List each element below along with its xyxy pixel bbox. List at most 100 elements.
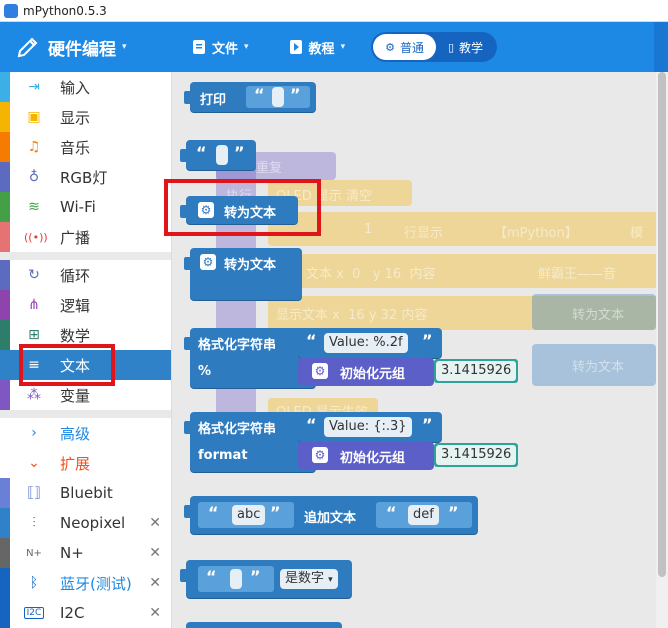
gear-icon[interactable]: ⚙ xyxy=(312,447,328,463)
category-label: Wi-Fi xyxy=(60,198,96,216)
file-icon xyxy=(193,40,205,54)
format-value-field[interactable]: Value: %.2f xyxy=(324,333,408,353)
window-title-bar: mPython0.5.3 xyxy=(0,0,668,22)
category-broadcast[interactable]: ((•)) 广播 xyxy=(0,222,171,252)
category-logic[interactable]: ⋔ 逻辑 xyxy=(0,290,171,320)
scrollbar-thumb[interactable] xyxy=(658,72,666,577)
app-header: 硬件编程 ▾ 文件 ▾ 教程 ▾ ⚙ 普通 ▯ 教学 xyxy=(0,22,668,72)
number-block-2[interactable]: 3.1415926 xyxy=(434,443,519,467)
format-value-field[interactable]: Value: {:.3} xyxy=(324,417,412,437)
brand-menu[interactable]: 硬件编程 ▾ xyxy=(0,35,172,60)
ghost-chn: 鲜霸王——音 xyxy=(538,267,617,282)
display-icon: ▣ xyxy=(27,109,41,125)
header-edge xyxy=(654,22,668,72)
chevron-down-icon: ▾ xyxy=(328,575,333,585)
format-sub-label: format xyxy=(198,448,248,463)
category-loop[interactable]: ↻ 循环 xyxy=(0,260,171,290)
chevron-down-icon: ⌄ xyxy=(28,455,40,471)
category-label: N+ xyxy=(60,544,84,562)
category-advanced[interactable]: › 高级 xyxy=(0,418,171,448)
format-sub-label: % xyxy=(198,364,212,379)
bluebit-icon: ⟦⟧ xyxy=(27,485,41,501)
empty-string-field[interactable] xyxy=(272,87,284,107)
sidebar-separator xyxy=(0,410,171,418)
category-bluebit[interactable]: ⟦⟧ Bluebit xyxy=(0,478,171,508)
empty-string-field[interactable] xyxy=(216,145,228,165)
mode-normal-label: 普通 xyxy=(399,40,424,55)
chevron-down-icon: ▾ xyxy=(340,42,346,52)
category-rgb[interactable]: ♁ RGB灯 xyxy=(0,162,171,192)
quote-close-icon: ” xyxy=(234,143,245,162)
empty-string-field[interactable] xyxy=(230,569,242,589)
ghost-row-show-label: 行显示 xyxy=(404,226,444,241)
category-label: 变量 xyxy=(60,386,91,405)
mode-toggle: ⚙ 普通 ▯ 教学 xyxy=(371,32,498,62)
category-neopixel[interactable]: ⫶ Neopixel ✕ xyxy=(0,508,171,538)
append-text-block[interactable]: “ abc ” 追加文本 “ def ” xyxy=(184,496,478,534)
number-block[interactable]: 3.1415926 xyxy=(434,359,519,383)
quote-open-icon: “ xyxy=(306,331,317,350)
category-wifi[interactable]: ≋ Wi-Fi xyxy=(0,192,171,222)
category-variable[interactable]: ⁂ 变量 xyxy=(0,380,171,410)
ghost-mode: 模 xyxy=(630,226,644,241)
partial-block[interactable] xyxy=(186,622,342,628)
string-block[interactable]: “ ” xyxy=(180,140,256,170)
variable-icon: ⁂ xyxy=(27,387,41,403)
init-tuple-label: 初始化元组 xyxy=(340,451,406,466)
category-text[interactable]: ≡ 文本 xyxy=(0,350,171,380)
init-tuple-block-2[interactable]: ⚙ 初始化元组 xyxy=(298,442,434,470)
print-block[interactable]: 打印 “ ” xyxy=(184,82,316,112)
ghost-mpython: 【mPython】 xyxy=(494,226,578,241)
number-field[interactable]: 3.1415926 xyxy=(436,361,517,381)
append-b-field[interactable]: def xyxy=(408,505,439,525)
print-label: 打印 xyxy=(200,93,227,108)
format-value-string-2[interactable]: “ Value: {:.3} ” xyxy=(298,412,442,442)
category-label: Bluebit xyxy=(60,484,113,502)
tutorial-menu[interactable]: 教程 ▾ xyxy=(289,38,346,57)
gear-icon[interactable]: ⚙ xyxy=(198,202,214,218)
format-label: 格式化字符串 xyxy=(198,422,277,437)
quote-open-icon: “ xyxy=(254,85,265,104)
close-icon[interactable]: ✕ xyxy=(149,575,161,591)
category-music[interactable]: ♫ 音乐 xyxy=(0,132,171,162)
category-label: 广播 xyxy=(60,228,91,247)
format-value-string[interactable]: “ Value: %.2f ” xyxy=(298,328,442,358)
is-number-block[interactable]: “ ” 是数字 ▾ xyxy=(180,560,352,598)
category-math[interactable]: ⊞ 数学 xyxy=(0,320,171,350)
category-i2c[interactable]: I2C I2C ✕ xyxy=(0,598,171,628)
mode-normal-button[interactable]: ⚙ 普通 xyxy=(373,34,436,60)
is-number-dropdown[interactable]: 是数字 ▾ xyxy=(280,569,338,589)
category-label: RGB灯 xyxy=(60,168,108,187)
append-a-field[interactable]: abc xyxy=(232,505,266,525)
gear-icon[interactable]: ⚙ xyxy=(200,254,216,270)
category-label: 蓝牙(测试) xyxy=(60,574,132,593)
tutorial-menu-label: 教程 xyxy=(308,41,335,57)
category-input[interactable]: ⇥ 输入 xyxy=(0,72,171,102)
mode-teach-button[interactable]: ▯ 教学 xyxy=(436,34,495,60)
category-bluetooth[interactable]: ᛒ 蓝牙(测试) ✕ xyxy=(0,568,171,598)
bulb-icon: ♁ xyxy=(28,169,40,185)
append-label: 追加文本 xyxy=(304,511,357,526)
close-icon[interactable]: ✕ xyxy=(149,515,161,531)
workspace-scrollbar[interactable] xyxy=(656,72,668,628)
window-title: mPython0.5.3 xyxy=(23,3,107,18)
to-text-block-2[interactable]: ⚙ 转为文本 xyxy=(184,248,302,300)
file-menu[interactable]: 文件 ▾ xyxy=(192,38,249,57)
ghost-repeat-label: 重复 xyxy=(256,161,283,176)
category-label: I2C xyxy=(60,604,85,622)
category-nplus[interactable]: N+ N+ ✕ xyxy=(0,538,171,568)
close-icon[interactable]: ✕ xyxy=(149,605,161,621)
gear-icon[interactable]: ⚙ xyxy=(312,363,328,379)
category-sidebar: ⇥ 输入 ▣ 显示 ♫ 音乐 ♁ RGB灯 ≋ Wi-Fi ((•)) 广播 ↻ 循环 ⋔ 逻辑… xyxy=(0,72,172,628)
close-icon[interactable]: ✕ xyxy=(149,545,161,561)
category-label: 高级 xyxy=(60,424,91,443)
category-extensions[interactable]: ⌄ 扩展 xyxy=(0,448,171,478)
init-tuple-block[interactable]: ⚙ 初始化元组 xyxy=(298,358,434,386)
number-field[interactable]: 3.1415926 xyxy=(436,445,517,465)
init-tuple-label: 初始化元组 xyxy=(340,367,406,382)
blocks-icon: ⚙ xyxy=(385,40,395,54)
loop-icon: ↻ xyxy=(28,267,40,283)
to-text-block[interactable]: ⚙ 转为文本 xyxy=(180,196,298,224)
block-workspace[interactable]: 重复 执行 OLED 显示 清空 1 行显示 【mPython】 模 文本 x … xyxy=(172,72,656,628)
category-display[interactable]: ▣ 显示 xyxy=(0,102,171,132)
